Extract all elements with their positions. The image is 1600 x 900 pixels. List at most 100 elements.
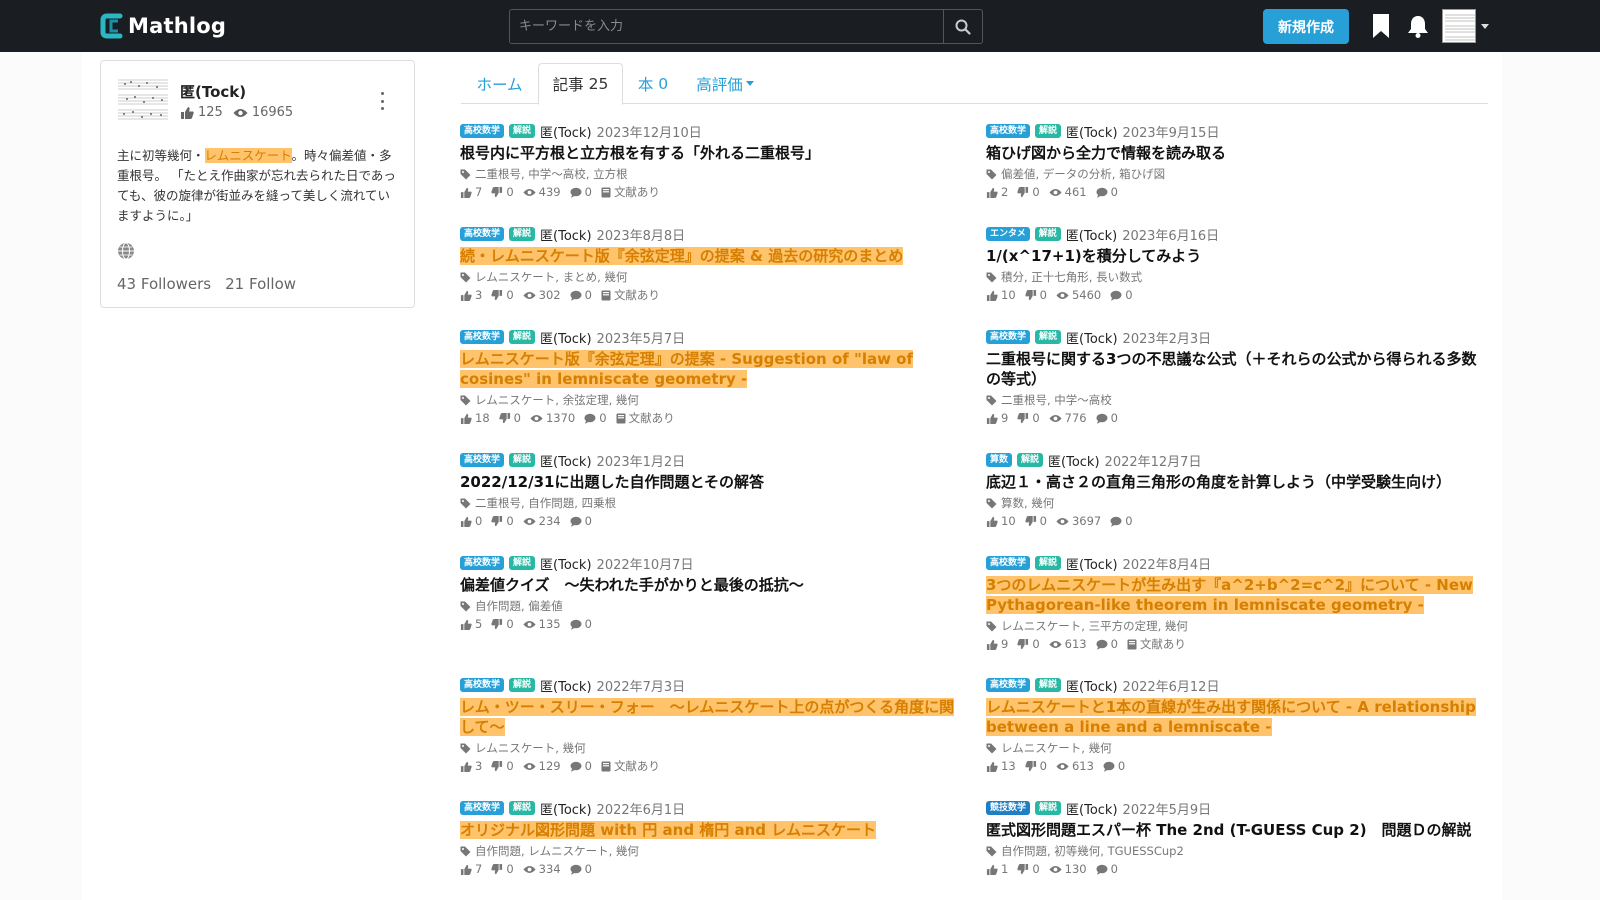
category-badge[interactable]: 解説	[509, 801, 536, 815]
article-author[interactable]: 匿(Tock)	[540, 676, 592, 695]
following-link[interactable]: 21 Follow	[225, 275, 296, 293]
category-badge[interactable]: 高校数学	[460, 801, 505, 815]
article-author[interactable]: 匿(Tock)	[540, 122, 592, 141]
dislikes-count: 0	[491, 514, 514, 528]
category-badge[interactable]: 解説	[1034, 227, 1061, 241]
article-title[interactable]: 2022/12/31に出題した自作問題とその解答	[460, 472, 965, 492]
profile-name[interactable]: 匿(Tock)	[180, 81, 246, 102]
tag-list[interactable]: 自作問題, 初等幾何, TGUESSCup2	[1001, 843, 1184, 859]
tag-list[interactable]: 偏差値, データの分析, 箱ひげ図	[1001, 166, 1165, 182]
article-author[interactable]: 匿(Tock)	[1066, 225, 1118, 244]
article-title[interactable]: 続・レムニスケート版『余弦定理』の提案 & 過去の研究のまとめ	[460, 247, 904, 265]
search-input[interactable]	[510, 10, 943, 43]
article-title[interactable]: 二重根号に関する3つの不思議な公式（＋それらの公式から得られる多数の等式）	[986, 349, 1491, 389]
comments-count: 0	[570, 288, 592, 302]
tag-list[interactable]: 二重根号, 中学～高校	[1001, 392, 1112, 408]
article-author[interactable]: 匿(Tock)	[1048, 451, 1100, 470]
tag-list[interactable]: 算数, 幾何	[1001, 495, 1054, 511]
tag-list[interactable]: 積分, 正十七角形, 長い数式	[1001, 269, 1142, 285]
dislikes-value: 0	[506, 185, 514, 199]
user-avatar[interactable]	[1442, 9, 1476, 43]
more-options-icon[interactable]	[379, 92, 385, 110]
profile-bio: 主に初等幾何・レムニスケート。時々偏差値・多重根号。 「たとえ作曲家が忘れ去られ…	[117, 146, 402, 226]
likes-value: 0	[475, 514, 483, 528]
references-indicator: 文献あり	[616, 410, 675, 426]
category-badge[interactable]: 算数	[986, 453, 1013, 467]
article-title[interactable]: 3つのレムニスケートが生み出す『a^2+b^2=c^2』について - New P…	[986, 576, 1473, 614]
followers-link[interactable]: 43 Followers	[117, 275, 211, 293]
category-badge[interactable]: 高校数学	[986, 678, 1031, 692]
article-author[interactable]: 匿(Tock)	[1066, 799, 1118, 818]
article-title[interactable]: 偏差値クイズ ～失われた手がかりと最後の抵抗～	[460, 575, 965, 595]
article-author[interactable]: 匿(Tock)	[1066, 554, 1118, 573]
article-author[interactable]: 匿(Tock)	[540, 225, 592, 244]
article-title[interactable]: オリジナル図形問題 with 円 and 楕円 and レムニスケート	[460, 821, 876, 839]
tab-books[interactable]: 本 0	[625, 63, 681, 104]
category-badge[interactable]: 解説	[509, 330, 536, 344]
profile-tabs: ホーム 記事 25 本 0 高評価	[461, 63, 1488, 105]
tag-list[interactable]: レムニスケート, 三平方の定理, 幾何	[1001, 618, 1188, 634]
category-badge[interactable]: 解説	[1035, 801, 1062, 815]
article-title[interactable]: 底辺１・高さ２の直角三角形の角度を計算しよう（中学受験生向け）	[986, 472, 1491, 492]
comment-icon	[1103, 761, 1115, 772]
profile-avatar[interactable]	[117, 76, 169, 126]
bookmark-button[interactable]	[1368, 12, 1394, 40]
category-badge[interactable]: 解説	[1035, 124, 1062, 138]
article-title[interactable]: 1/(x^17+1)を積分してみよう	[986, 246, 1491, 266]
category-badge[interactable]: エンタメ	[986, 227, 1030, 241]
category-badge[interactable]: 高校数学	[460, 330, 505, 344]
tab-top-rated[interactable]: 高評価	[687, 63, 763, 104]
article-title[interactable]: 匿式図形問題エスパー杯 The 2nd (T-GUESS Cup 2) 問題Ｄの…	[986, 820, 1491, 840]
category-badge[interactable]: 高校数学	[460, 227, 505, 241]
dislikes-count: 0	[1017, 411, 1040, 425]
article-author[interactable]: 匿(Tock)	[540, 554, 592, 573]
tab-articles[interactable]: 記事 25	[538, 63, 623, 105]
category-badge[interactable]: 競技数学	[986, 801, 1031, 815]
article-author[interactable]: 匿(Tock)	[540, 799, 592, 818]
user-menu-caret-icon[interactable]	[1481, 24, 1489, 29]
new-post-button[interactable]: 新規作成	[1263, 9, 1349, 44]
article-title[interactable]: レム・ツー・スリー・フォー ～レムニスケート上の点がつくる角度に関して～	[460, 698, 955, 736]
eye-icon	[233, 108, 248, 117]
article-card: 高校数学 解説 匿(Tock) 2023年1月2日 2022/12/31に出題した…	[460, 451, 965, 529]
category-badge[interactable]: 解説	[1035, 556, 1062, 570]
site-logo[interactable]: Mathlog	[98, 11, 226, 41]
article-title[interactable]: レムニスケート版『余弦定理』の提案 - Suggestion of "law o…	[460, 350, 913, 388]
category-badge[interactable]: 高校数学	[986, 330, 1031, 344]
article-date: 2022年8月4日	[1122, 557, 1212, 573]
category-badge[interactable]: 解説	[1017, 453, 1044, 467]
tag-list[interactable]: レムニスケート, 幾何	[1001, 740, 1112, 756]
article-author[interactable]: 匿(Tock)	[1066, 676, 1118, 695]
category-badge[interactable]: 解説	[509, 453, 536, 467]
tag-list[interactable]: レムニスケート, 幾何	[475, 740, 586, 756]
category-badge[interactable]: 高校数学	[986, 556, 1031, 570]
tag-list[interactable]: レムニスケート, まとめ, 幾何	[475, 269, 627, 285]
category-badge[interactable]: 高校数学	[460, 453, 505, 467]
category-badge[interactable]: 解説	[509, 556, 536, 570]
article-author[interactable]: 匿(Tock)	[1066, 122, 1118, 141]
article-title[interactable]: 根号内に平方根と立方根を有する「外れる二重根号」	[460, 143, 965, 163]
category-badge[interactable]: 高校数学	[460, 556, 505, 570]
tab-home[interactable]: ホーム	[461, 63, 538, 104]
category-badge[interactable]: 高校数学	[986, 124, 1031, 138]
tag-list[interactable]: 自作問題, 偏差値	[475, 598, 563, 614]
article-author[interactable]: 匿(Tock)	[540, 328, 592, 347]
tag-list[interactable]: 二重根号, 中学～高校, 立方根	[475, 166, 628, 182]
category-badge[interactable]: 高校数学	[460, 678, 505, 692]
category-badge[interactable]: 解説	[1035, 678, 1062, 692]
notification-button[interactable]	[1405, 12, 1431, 40]
category-badge[interactable]: 解説	[1035, 330, 1062, 344]
article-author[interactable]: 匿(Tock)	[1066, 328, 1118, 347]
category-badge[interactable]: 解説	[509, 124, 536, 138]
article-title[interactable]: 箱ひげ図から全力で情報を読み取る	[986, 143, 1491, 163]
tag-list[interactable]: 自作問題, レムニスケート, 幾何	[475, 843, 639, 859]
category-badge[interactable]: 解説	[509, 227, 536, 241]
category-badge[interactable]: 高校数学	[460, 124, 505, 138]
article-title[interactable]: レムニスケートと1本の直線が生み出す関係について - A relationshi…	[986, 698, 1476, 736]
tag-list[interactable]: 二重根号, 自作問題, 四乗根	[475, 495, 616, 511]
website-link[interactable]	[117, 242, 135, 260]
article-author[interactable]: 匿(Tock)	[540, 451, 592, 470]
category-badge[interactable]: 解説	[509, 678, 536, 692]
search-button[interactable]	[943, 10, 982, 43]
tag-list[interactable]: レムニスケート, 余弦定理, 幾何	[475, 392, 639, 408]
